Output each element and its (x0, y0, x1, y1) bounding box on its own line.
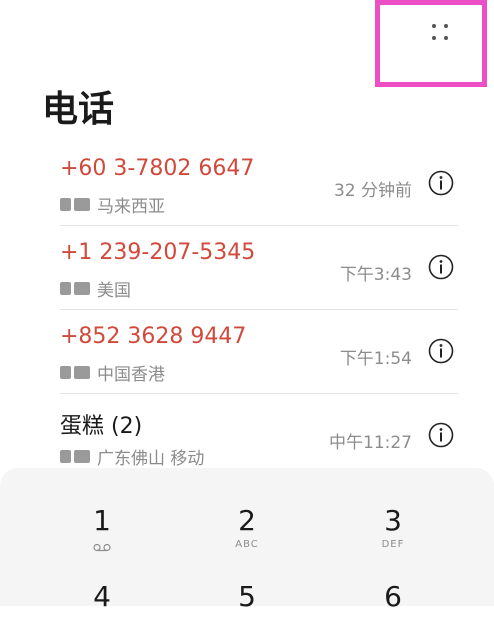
dialpad: 1 2 ABC 3 DEF 4 5 6 (0, 468, 494, 613)
caller-location: 中国香港 (97, 365, 165, 385)
caller-number: +852 3628 9447 (60, 324, 247, 349)
caller-location: 马来西亚 (97, 197, 165, 217)
hd-icon (74, 282, 90, 295)
call-time: 下午1:54 (339, 349, 412, 369)
call-log-row[interactable]: +852 3628 9447 中国香港 下午1:54 (0, 310, 494, 394)
dialpad-key-3[interactable]: 3 DEF (333, 504, 453, 560)
dialpad-key-4[interactable]: 4 (42, 580, 162, 636)
sim-1-icon (60, 450, 71, 463)
call-log-row[interactable]: +60 3-7802 6647 马来西亚 32 分钟前 (0, 142, 494, 226)
hd-icon (74, 198, 90, 211)
page-title: 电话 (42, 89, 115, 130)
call-time: 中午11:27 (329, 433, 412, 453)
call-time: 下午3:43 (339, 265, 412, 285)
info-icon[interactable] (428, 338, 454, 364)
info-icon[interactable] (428, 254, 454, 280)
hd-icon (74, 366, 90, 379)
hd-icon (74, 450, 90, 463)
call-time: 32 分钟前 (333, 181, 412, 201)
info-icon[interactable] (428, 170, 454, 196)
sim-1-icon (60, 198, 71, 211)
dialpad-key-5[interactable]: 5 (187, 580, 307, 636)
call-log-list: +60 3-7802 6647 马来西亚 32 分钟前 +1 239-207-5… (0, 142, 494, 478)
sim-1-icon (60, 366, 71, 379)
call-meta: 中国香港 (60, 360, 165, 385)
contact-name: 蛋糕 (2) (60, 414, 143, 439)
call-meta: 美国 (60, 276, 131, 301)
call-log-row[interactable]: +1 239-207-5345 美国 下午3:43 (0, 226, 494, 310)
info-icon[interactable] (428, 422, 454, 448)
call-log-row[interactable]: 蛋糕 (2) 广东佛山 移动 中午11:27 (0, 394, 494, 478)
annotation-highlight-box (375, 0, 487, 87)
caller-number: +1 239-207-5345 (60, 240, 256, 265)
dialpad-key-6[interactable]: 6 (333, 580, 453, 636)
dialpad-key-2[interactable]: 2 ABC (187, 504, 307, 560)
caller-location: 美国 (97, 281, 131, 301)
caller-location: 广东佛山 移动 (97, 449, 205, 469)
call-meta: 马来西亚 (60, 192, 165, 217)
caller-number: +60 3-7802 6647 (60, 156, 255, 181)
voicemail-icon (93, 543, 111, 552)
call-meta: 广东佛山 移动 (60, 444, 204, 469)
sim-1-icon (60, 282, 71, 295)
dialpad-key-1[interactable]: 1 (42, 504, 162, 560)
